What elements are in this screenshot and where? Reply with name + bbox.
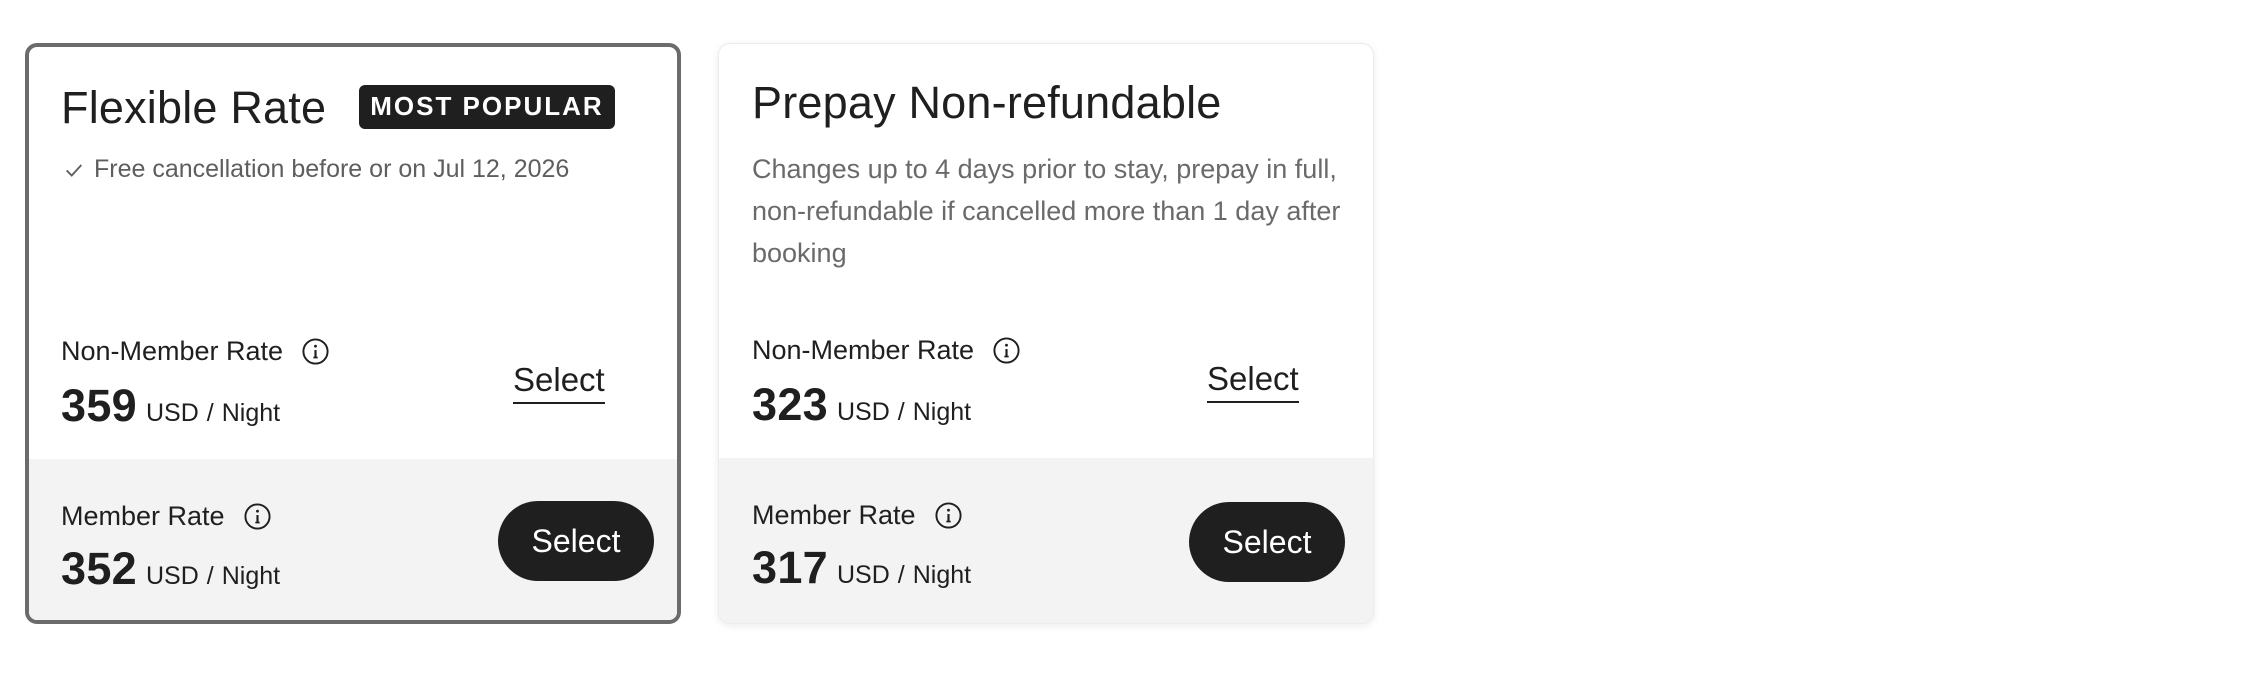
rate-card-header: Flexible Rate MOST POPULAR xyxy=(61,82,615,134)
non-member-rate-section: Non-Member Rate 323 USD / Night Select xyxy=(719,310,1373,476)
member-rate-label-row: Member Rate xyxy=(61,501,272,532)
checkmark-icon xyxy=(66,163,83,177)
most-popular-badge: MOST POPULAR xyxy=(359,85,615,129)
select-member-rate-button[interactable]: Select xyxy=(1189,502,1345,582)
cancellation-policy-text: Free cancellation before or on Jul 12, 2… xyxy=(94,155,570,183)
cancellation-policy: Free cancellation before or on Jul 12, 2… xyxy=(63,155,569,184)
non-member-rate-label: Non-Member Rate xyxy=(752,335,975,365)
member-price: 317 USD / Night xyxy=(752,542,971,594)
price-separator: / xyxy=(897,561,905,589)
info-icon[interactable] xyxy=(934,501,963,530)
non-member-rate-label-row: Non-Member Rate xyxy=(61,336,330,367)
price-unit: Night xyxy=(221,562,281,590)
price-separator: / xyxy=(206,562,214,590)
price-separator: / xyxy=(897,398,905,426)
price-unit: Night xyxy=(912,561,972,589)
non-member-rate-label: Non-Member Rate xyxy=(61,336,284,366)
price-unit: Night xyxy=(912,398,972,426)
select-non-member-rate-link[interactable]: Select xyxy=(513,361,605,404)
member-rate-section: Member Rate 317 USD / Night Select xyxy=(719,458,1373,623)
price-separator: / xyxy=(206,399,214,427)
non-member-rate-label-row: Non-Member Rate xyxy=(752,335,1021,366)
rate-title: Flexible Rate xyxy=(61,82,327,133)
price-amount: 352 xyxy=(61,543,137,594)
info-icon[interactable] xyxy=(992,336,1021,365)
price-currency: USD xyxy=(836,398,890,426)
rate-card-header: Prepay Non-refundable xyxy=(752,77,1222,129)
member-rate-label: Member Rate xyxy=(752,500,916,530)
info-icon[interactable] xyxy=(243,502,272,531)
info-icon[interactable] xyxy=(301,337,330,366)
price-amount: 359 xyxy=(61,380,137,431)
member-rate-label-row: Member Rate xyxy=(752,500,963,531)
non-member-price: 323 USD / Night xyxy=(752,379,971,431)
rate-card-flexible[interactable]: Flexible Rate MOST POPULAR Free cancella… xyxy=(25,43,681,624)
price-currency: USD xyxy=(145,562,199,590)
price-amount: 317 xyxy=(752,542,828,593)
price-unit: Night xyxy=(221,399,281,427)
select-non-member-rate-link[interactable]: Select xyxy=(1207,360,1299,403)
member-rate-label: Member Rate xyxy=(61,501,225,531)
rate-title: Prepay Non-refundable xyxy=(752,77,1222,128)
member-price: 352 USD / Night xyxy=(61,543,280,595)
member-rate-section: Member Rate 352 USD / Night Select xyxy=(29,459,677,620)
price-currency: USD xyxy=(145,399,199,427)
rate-policy-description: Changes up to 4 days prior to stay, prep… xyxy=(752,154,1341,268)
select-member-rate-button[interactable]: Select xyxy=(498,501,654,581)
price-currency: USD xyxy=(836,561,890,589)
non-member-rate-section: Non-Member Rate 359 USD / Night Select xyxy=(29,311,677,477)
non-member-price: 359 USD / Night xyxy=(61,380,280,432)
price-amount: 323 xyxy=(752,379,828,430)
rate-card-prepay[interactable]: Prepay Non-refundable Changes up to 4 da… xyxy=(718,43,1374,624)
